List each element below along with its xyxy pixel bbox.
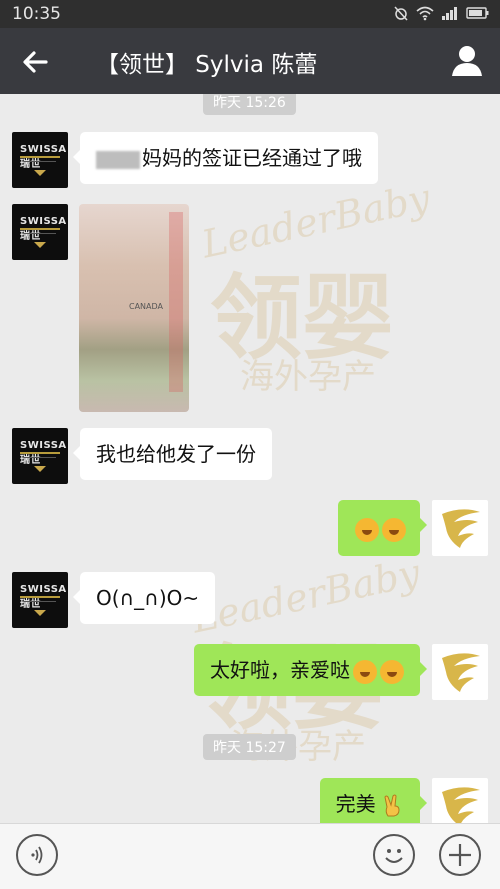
message-text: 完美 <box>335 792 376 816</box>
watermark: LeaderBaby <box>187 550 424 642</box>
wings-logo-icon <box>442 653 480 692</box>
image-caption: CANADA <box>129 302 164 311</box>
input-bar <box>0 823 500 889</box>
wings-logo-icon <box>442 787 480 823</box>
message-text: O(∩_∩)O~ <box>96 586 200 610</box>
redacted-name <box>96 150 140 169</box>
contact-avatar[interactable]: SWISSA 瑞世 <box>12 204 68 260</box>
message-bubble[interactable]: O(∩_∩)O~ <box>72 572 216 624</box>
message-text: 妈妈的签证已经通过了哦 <box>142 146 362 170</box>
victory-hand-icon <box>384 794 400 816</box>
my-avatar[interactable] <box>432 778 488 823</box>
wifi-icon <box>416 6 434 21</box>
plus-icon <box>449 844 471 866</box>
alarm-off-icon <box>394 6 408 21</box>
wings-logo-icon <box>442 509 480 548</box>
emoji-icon <box>382 517 406 542</box>
watermark: LeaderBaby <box>197 175 434 267</box>
message-text: 我也给他发了一份 <box>96 442 256 466</box>
my-avatar[interactable] <box>432 500 488 556</box>
chat-area[interactable]: LeaderBaby 领婴 海外孕产 LeaderBaby 领婴 海外孕产 昨天… <box>0 94 500 823</box>
contact-avatar[interactable]: SWISSA 瑞世 <box>12 428 68 484</box>
smiley-icon <box>385 849 403 863</box>
contact-avatar[interactable]: SWISSA 瑞世 <box>12 572 68 628</box>
back-arrow-icon[interactable] <box>18 44 54 80</box>
chat-title: 【领世】 Sylvia 陈蕾 <box>96 52 318 78</box>
message-bubble[interactable]: 妈妈的签证已经通过了哦 <box>73 132 378 184</box>
timestamp: 昨天 15:27 <box>203 734 296 760</box>
status-time: 10:35 <box>12 4 61 24</box>
my-avatar[interactable] <box>432 644 488 700</box>
chat-header: 【领世】 Sylvia 陈蕾 <box>0 28 500 94</box>
contact-profile-icon[interactable] <box>450 43 484 77</box>
emoji-button[interactable] <box>373 834 415 876</box>
emoji-icon <box>380 659 404 684</box>
message-bubble[interactable]: 我也给他发了一份 <box>73 428 272 480</box>
timestamp: 昨天 15:26 <box>203 94 296 115</box>
message-bubble[interactable]: 完美 <box>319 778 428 823</box>
emoji-icon <box>355 517 379 542</box>
message-text: 太好啦，亲爱哒 <box>210 658 350 682</box>
contact-avatar[interactable]: SWISSA 瑞世 <box>12 132 68 188</box>
more-actions-button[interactable] <box>439 834 481 876</box>
signal-icon <box>441 7 457 20</box>
voice-icon <box>31 846 43 864</box>
watermark: 海外孕产 <box>240 357 376 397</box>
voice-toggle-button[interactable] <box>16 834 58 876</box>
message-bubble[interactable] <box>338 500 427 556</box>
emoji-icon <box>353 659 377 684</box>
message-bubble[interactable]: 太好啦，亲爱哒 <box>194 644 427 696</box>
image-message[interactable]: CANADA <box>79 204 189 412</box>
status-bar: 10:35 <box>0 0 500 28</box>
battery-icon <box>466 7 489 19</box>
status-icons <box>393 5 490 21</box>
watermark: 领婴 <box>210 264 395 372</box>
